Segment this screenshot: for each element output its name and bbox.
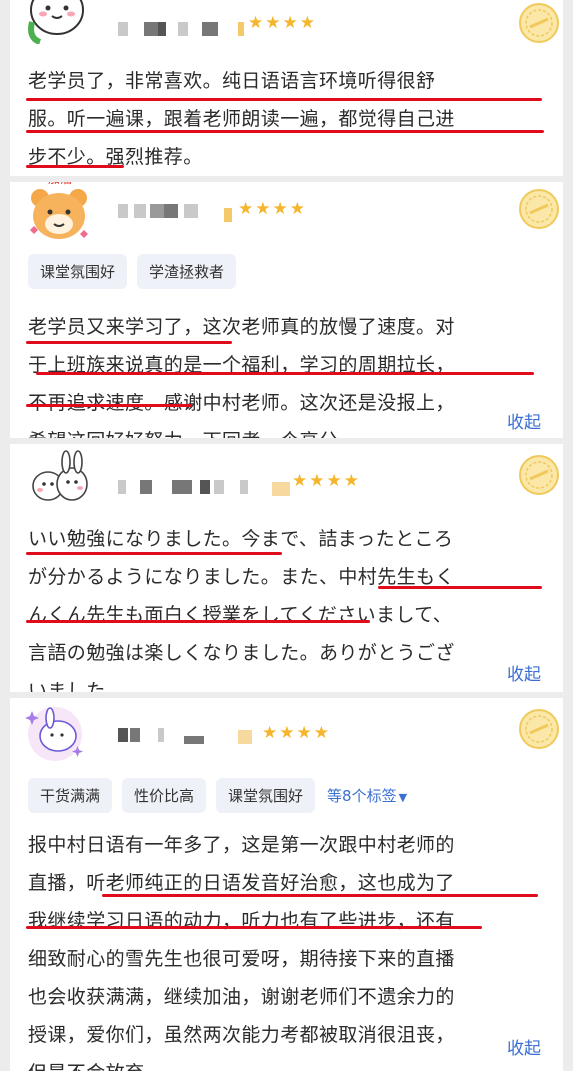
avatar[interactable] bbox=[26, 184, 92, 246]
premium-seal-icon bbox=[518, 2, 560, 44]
avatar[interactable] bbox=[22, 702, 88, 764]
cat-avatar-icon bbox=[28, 0, 84, 45]
star-icon: ★ bbox=[282, 13, 298, 33]
star-icon: ★ bbox=[289, 199, 305, 219]
collapse-link[interactable]: 收起 bbox=[507, 408, 541, 433]
review-line: 老学员了，非常喜欢。纯日语语言环境听得很舒 bbox=[28, 70, 436, 92]
review-card: ★ ★ ★ ★ いい勉強になりました。今まで、詰まったところ が分かるようになり… bbox=[10, 444, 563, 692]
star-icon: ★ bbox=[255, 199, 271, 219]
rating-accent bbox=[238, 22, 244, 36]
chevron-down-icon: ▼ bbox=[398, 791, 408, 804]
highlight-underline bbox=[378, 586, 542, 589]
star-icon: ★ bbox=[309, 471, 325, 491]
username-blurred bbox=[118, 22, 228, 36]
review-line: 不再追求速度。感谢中村老师。这次还是没报上， bbox=[28, 392, 455, 414]
star-rating: ★ ★ ★ ★ bbox=[238, 200, 305, 218]
star-icon: ★ bbox=[292, 471, 308, 491]
star-icon: ★ bbox=[343, 471, 359, 491]
review-card: ★ ★ ★ ★ 干货满满 性价比高 课堂氛围好 等8个标签 ▼ 报中村日语有一年多… bbox=[10, 698, 563, 1071]
star-icon: ★ bbox=[272, 199, 288, 219]
review-tags: 干货满满 性价比高 课堂氛围好 等8个标签 ▼ bbox=[28, 778, 409, 813]
highlight-underline bbox=[26, 98, 542, 101]
star-icon: ★ bbox=[262, 723, 278, 743]
review-line: んくん先生も面白く授業をしてくださいまして、 bbox=[28, 604, 453, 626]
bear-avatar-icon bbox=[30, 189, 88, 239]
review-line: 细致耐心的雪先生也很可爱呀，期待接下来的直播 bbox=[28, 948, 455, 970]
collapse-link[interactable]: 收起 bbox=[507, 660, 541, 685]
review-line: 但是不会放弃 bbox=[28, 1054, 548, 1071]
star-rating: ★ ★ ★ ★ bbox=[262, 724, 329, 742]
bunny-avatar-icon bbox=[32, 450, 88, 501]
highlight-underline bbox=[26, 165, 124, 168]
review-line: いました。 bbox=[28, 680, 126, 692]
review-tag[interactable]: 课堂氛围好 bbox=[28, 254, 128, 289]
star-icon: ★ bbox=[248, 13, 264, 33]
star-rating: ★ ★ ★ ★ bbox=[292, 472, 359, 490]
highlight-underline bbox=[102, 894, 538, 897]
premium-seal-icon bbox=[518, 454, 560, 496]
review-line: 授课，爱你们，虽然两次能力考都被取消很沮丧， bbox=[28, 1024, 455, 1046]
review-tag[interactable]: 学渣拯救者 bbox=[137, 254, 237, 289]
username-blurred bbox=[118, 204, 208, 218]
star-icon: ★ bbox=[299, 13, 315, 33]
review-card: 加油 ★ ★ ★ ★ 课堂氛围好 学渣拯救者 老学员又来学习了，这 bbox=[10, 182, 563, 438]
highlight-underline bbox=[26, 620, 370, 623]
review-line: 也会收获满满，继续加油，谢谢老师们不遗余力的 bbox=[28, 986, 455, 1008]
review-text: いい勉強になりました。今まで、詰まったところ が分かるようになりました。また、中… bbox=[28, 520, 548, 692]
review-tags: 课堂氛围好 学渣拯救者 bbox=[28, 254, 237, 289]
star-icon: ★ bbox=[313, 723, 329, 743]
highlight-underline bbox=[26, 404, 192, 407]
review-line: 我继续学习日语的动力，听力也有了些进步，还有 bbox=[28, 910, 455, 932]
avatar[interactable] bbox=[26, 450, 92, 512]
review-tag[interactable]: 干货满满 bbox=[28, 778, 113, 813]
review-line: 希望这回好好努力，下回考一个高分 bbox=[28, 422, 548, 438]
review-text: 老学员了，非常喜欢。纯日语语言环境听得很舒 服。听一遍课，跟着老师朗读一遍，都觉… bbox=[28, 62, 548, 176]
highlight-underline bbox=[26, 341, 232, 344]
avatar[interactable] bbox=[24, 0, 90, 45]
premium-seal-icon bbox=[518, 708, 560, 750]
review-line: が分かるようになりました。また、中村先生もく bbox=[28, 566, 455, 588]
highlight-underline bbox=[26, 926, 482, 929]
rabbit-sparkle-avatar-icon bbox=[25, 707, 83, 761]
more-tags-label: 等8个标签 bbox=[327, 787, 397, 805]
review-line: 于上班族来说真的是一个福利，学习的周期拉长， bbox=[28, 354, 455, 376]
rating-accent bbox=[238, 730, 252, 744]
review-line: 言語の勉強は楽しくなりました。ありがとうござ bbox=[28, 642, 455, 664]
highlight-underline bbox=[26, 130, 544, 133]
star-rating: ★ ★ ★ ★ bbox=[248, 14, 315, 32]
collapse-link[interactable]: 收起 bbox=[507, 1034, 541, 1059]
rating-accent bbox=[224, 208, 232, 222]
review-line: 报中村日语有一年多了，这是第一次跟中村老师的 bbox=[28, 834, 455, 856]
review-card: ★ ★ ★ ★ 老学员了，非常喜欢。纯日语语言环境听得很舒 服。听一遍课，跟着老… bbox=[10, 0, 563, 176]
review-line: 步不少。强烈推荐。 bbox=[28, 146, 203, 168]
username-blurred bbox=[118, 480, 268, 494]
star-icon: ★ bbox=[296, 723, 312, 743]
more-tags-toggle[interactable]: 等8个标签 ▼ bbox=[325, 778, 409, 813]
highlight-underline bbox=[26, 552, 282, 555]
star-icon: ★ bbox=[326, 471, 342, 491]
review-tag[interactable]: 课堂氛围好 bbox=[216, 778, 316, 813]
star-icon: ★ bbox=[265, 13, 281, 33]
highlight-underline bbox=[36, 372, 534, 375]
rating-accent bbox=[272, 482, 290, 496]
username-blurred bbox=[118, 728, 228, 744]
review-tag[interactable]: 性价比高 bbox=[122, 778, 207, 813]
star-icon: ★ bbox=[238, 199, 254, 219]
star-icon: ★ bbox=[279, 723, 295, 743]
review-text: 报中村日语有一年多了，这是第一次跟中村老师的 直播，听老师纯正的日语发音好治愈，… bbox=[28, 826, 548, 1071]
premium-seal-icon bbox=[518, 188, 560, 230]
